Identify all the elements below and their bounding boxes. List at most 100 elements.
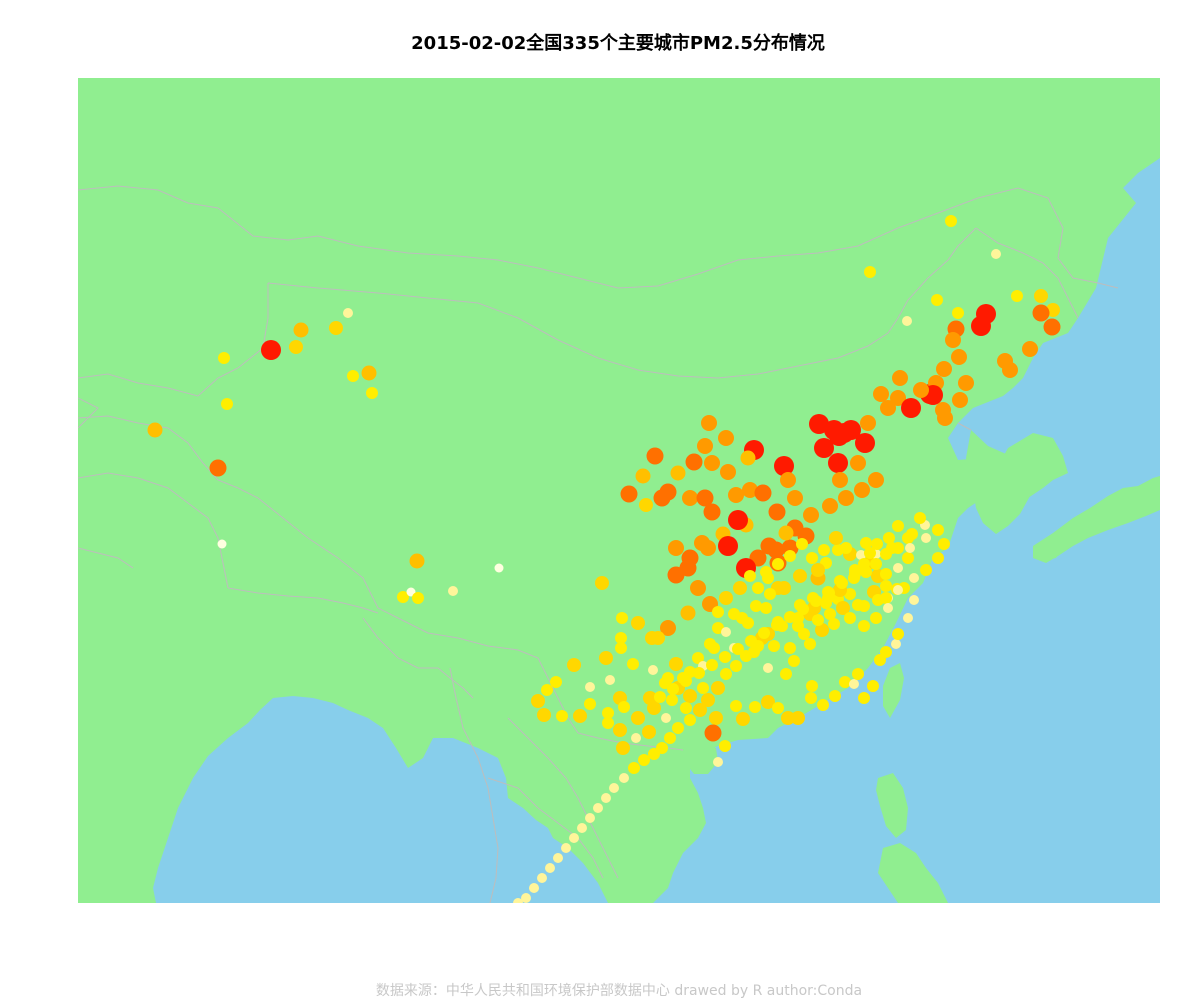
city-pm25-point <box>661 713 671 723</box>
city-pm25-point <box>832 472 848 488</box>
city-pm25-point <box>823 587 835 599</box>
city-pm25-point <box>693 667 705 679</box>
city-pm25-point <box>690 580 706 596</box>
city-pm25-point <box>728 510 748 530</box>
city-pm25-point <box>920 564 932 576</box>
city-pm25-point <box>713 757 723 767</box>
city-pm25-point <box>921 533 931 543</box>
city-pm25-point <box>329 321 343 335</box>
city-pm25-point <box>893 563 903 573</box>
city-pm25-point <box>784 611 796 623</box>
city-pm25-point <box>645 631 659 645</box>
city-pm25-point <box>545 863 555 873</box>
city-pm25-point <box>732 643 744 655</box>
city-pm25-point <box>796 538 808 550</box>
city-pm25-point <box>289 340 303 354</box>
city-pm25-point <box>870 558 882 570</box>
city-pm25-point <box>553 853 563 863</box>
city-pm25-point <box>935 402 951 418</box>
city-pm25-point <box>709 711 723 725</box>
city-pm25-point <box>685 453 703 471</box>
city-pm25-point <box>669 657 683 671</box>
city-pm25-point <box>1022 341 1038 357</box>
city-pm25-point <box>864 266 876 278</box>
city-pm25-point <box>585 813 595 823</box>
city-pm25-point <box>602 717 614 729</box>
city-pm25-point <box>906 528 918 540</box>
city-pm25-point <box>909 573 919 583</box>
city-pm25-point <box>631 616 645 630</box>
city-pm25-point <box>728 608 740 620</box>
city-pm25-point <box>733 581 747 595</box>
city-pm25-point <box>1011 290 1023 302</box>
city-pm25-point <box>668 540 684 556</box>
city-pm25-point <box>697 682 709 694</box>
city-pm25-point <box>932 552 944 564</box>
city-pm25-point <box>778 525 794 541</box>
city-pm25-point <box>828 618 840 630</box>
city-pm25-point <box>736 712 750 726</box>
city-pm25-point <box>791 711 805 725</box>
city-pm25-point <box>901 398 921 418</box>
city-pm25-point <box>892 520 904 532</box>
city-pm25-point <box>616 741 630 755</box>
city-pm25-point <box>810 595 822 607</box>
city-pm25-point <box>217 539 227 549</box>
city-pm25-point <box>638 754 650 766</box>
city-pm25-point <box>293 322 309 338</box>
city-pm25-point <box>854 482 870 498</box>
city-pm25-point <box>752 582 764 594</box>
city-pm25-point <box>680 605 696 621</box>
city-pm25-point <box>864 547 876 559</box>
city-pm25-point <box>593 803 603 813</box>
city-pm25-point <box>787 490 803 506</box>
city-pm25-point <box>754 484 772 502</box>
city-pm25-point <box>780 668 792 680</box>
city-pm25-point <box>569 833 579 843</box>
city-pm25-point <box>868 472 884 488</box>
city-pm25-point <box>938 538 950 550</box>
city-pm25-point <box>712 606 724 618</box>
city-pm25-point <box>537 873 547 883</box>
city-pm25-point <box>903 613 913 623</box>
city-pm25-point <box>913 382 929 398</box>
city-pm25-point <box>647 701 661 715</box>
city-pm25-point <box>764 588 776 600</box>
city-pm25-point <box>718 536 738 556</box>
city-pm25-point <box>822 498 838 514</box>
map-canvas <box>78 78 1160 903</box>
city-pm25-point <box>561 843 571 853</box>
city-pm25-point <box>631 711 645 725</box>
city-pm25-point <box>749 701 761 713</box>
city-pm25-point <box>711 681 725 695</box>
city-pm25-point <box>828 453 848 473</box>
city-pm25-point <box>936 361 952 377</box>
data-source-caption: 数据来源：中华人民共和国环境保护部数据中心 drawed by R author… <box>375 983 863 999</box>
city-pm25-point <box>573 709 587 723</box>
city-pm25-point <box>662 672 674 684</box>
city-pm25-point <box>721 627 731 637</box>
city-pm25-point <box>880 400 896 416</box>
city-pm25-point <box>771 619 783 631</box>
city-pm25-point <box>361 365 377 381</box>
city-pm25-point <box>1032 304 1050 322</box>
city-pm25-point <box>667 683 679 695</box>
city-pm25-point <box>659 483 677 501</box>
city-pm25-point <box>708 642 720 654</box>
city-pm25-point <box>601 793 611 803</box>
city-pm25-point <box>704 724 722 742</box>
city-pm25-point <box>784 550 796 562</box>
city-pm25-point <box>793 569 807 583</box>
city-pm25-point <box>664 732 676 744</box>
city-pm25-point <box>804 638 816 650</box>
city-pm25-point <box>745 635 757 647</box>
city-pm25-point <box>366 387 378 399</box>
city-pm25-point <box>221 398 233 410</box>
city-pm25-point <box>844 612 856 624</box>
city-pm25-point <box>209 459 227 477</box>
city-pm25-point <box>932 524 944 536</box>
city-pm25-point <box>892 370 908 386</box>
city-pm25-point <box>852 668 864 680</box>
city-pm25-point <box>599 651 613 665</box>
city-pm25-point <box>704 455 720 471</box>
